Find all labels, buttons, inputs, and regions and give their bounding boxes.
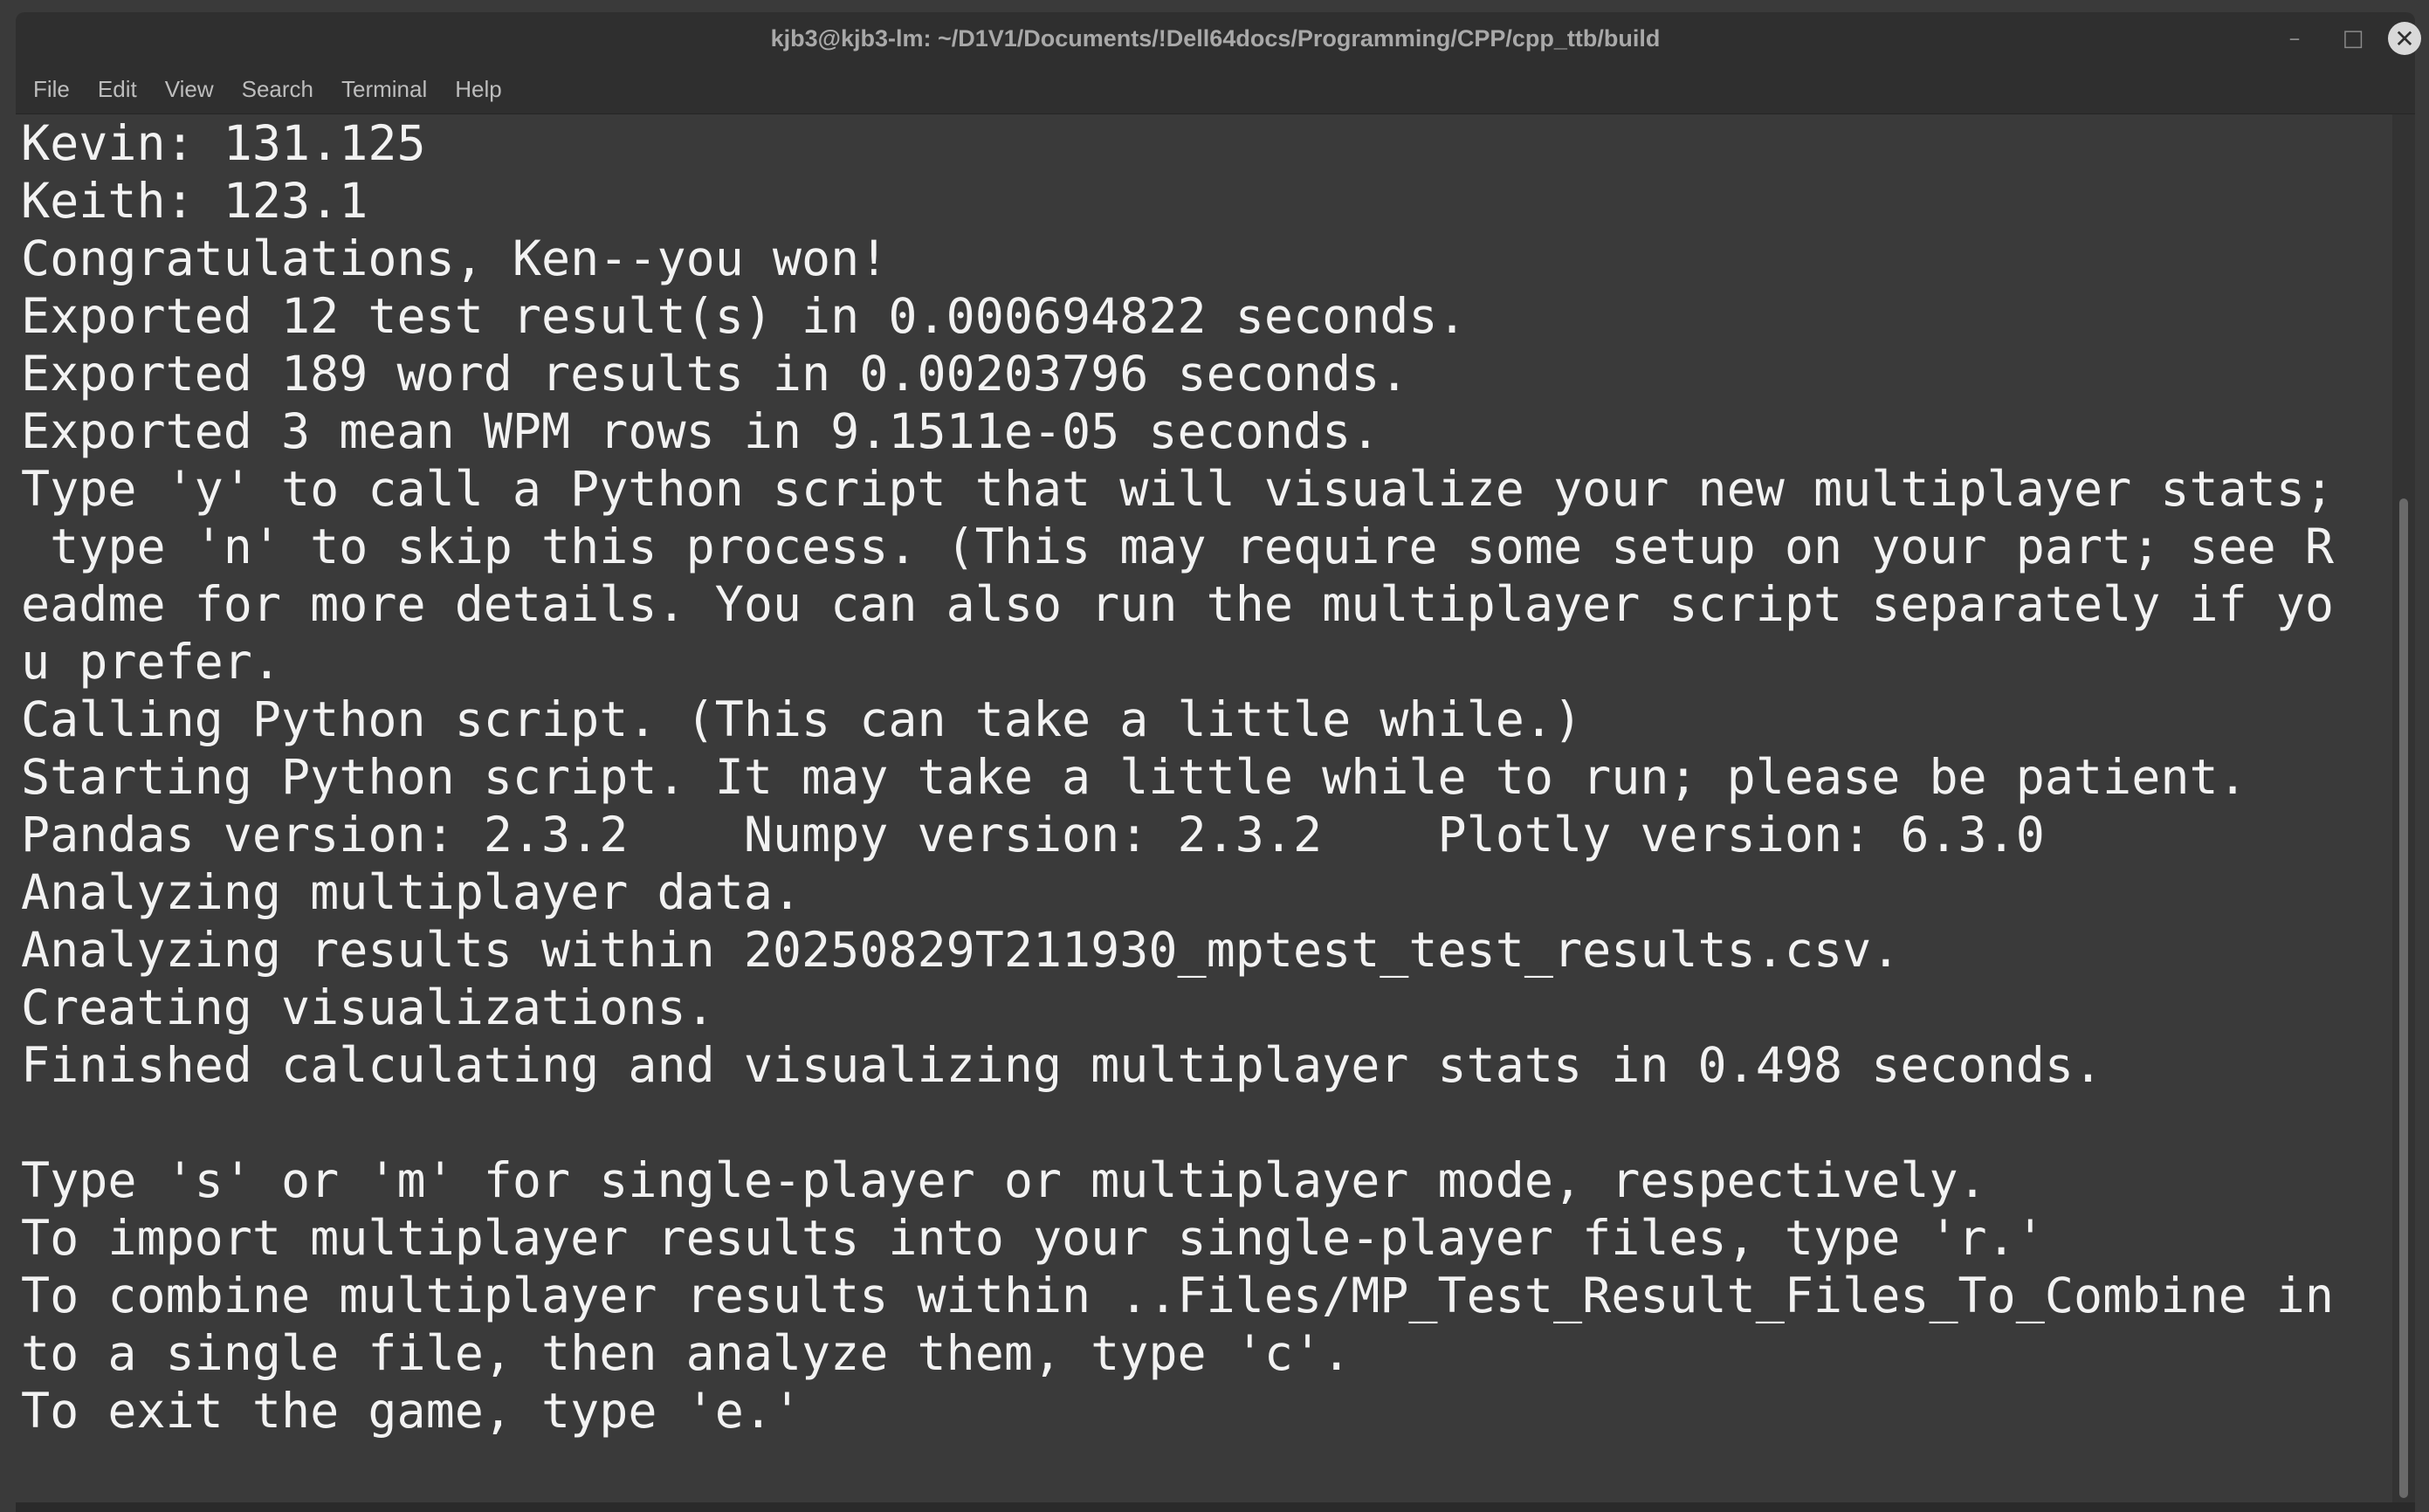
menu-view[interactable]: View: [165, 76, 214, 103]
terminal-line: Starting Python script. It may take a li…: [21, 749, 2247, 805]
terminal-line: to a single file, then analyze them, typ…: [21, 1325, 1352, 1381]
terminal-line: Type 'y' to call a Python script that wi…: [21, 461, 2335, 517]
scrollbar-thumb[interactable]: [2399, 498, 2408, 1498]
terminal-line: Keith: 123.1: [21, 173, 368, 229]
window-bottom-border: [16, 1502, 2415, 1512]
menu-edit[interactable]: Edit: [98, 76, 137, 103]
terminal-line: To import multiplayer results into your …: [21, 1210, 2045, 1266]
terminal-line: Pandas version: 2.3.2 Numpy version: 2.3…: [21, 807, 2045, 863]
terminal-line: eadme for more details. You can also run…: [21, 576, 2335, 632]
terminal-line: Exported 12 test result(s) in 0.00069482…: [21, 288, 1467, 344]
terminal-line: type 'n' to skip this process. (This may…: [21, 519, 2335, 574]
close-icon[interactable]: ✕: [2388, 22, 2421, 55]
terminal-line: u prefer.: [21, 634, 282, 690]
terminal-window: kjb3@kjb3-lm: ~/D1V1/Documents/!Dell64do…: [0, 0, 2429, 1512]
title-bar[interactable]: kjb3@kjb3-lm: ~/D1V1/Documents/!Dell64do…: [16, 12, 2421, 65]
terminal-line: Congratulations, Ken--you won!: [21, 230, 889, 286]
maximize-icon[interactable]: □: [2337, 23, 2369, 54]
terminal-line: Analyzing multiplayer data.: [21, 864, 802, 920]
menu-file[interactable]: File: [33, 76, 70, 103]
menu-bar: File Edit View Search Terminal Help: [16, 65, 2415, 114]
terminal-line: To combine multiplayer results within ..…: [21, 1268, 2335, 1323]
terminal-line: Type 's' or 'm' for single-player or mul…: [21, 1152, 1987, 1208]
terminal-line: Finished calculating and visualizing mul…: [21, 1037, 2103, 1093]
scrollbar[interactable]: [2392, 114, 2415, 1502]
terminal-output[interactable]: Kevin: 131.125 Keith: 123.1 Congratulati…: [16, 114, 2391, 1502]
menu-terminal[interactable]: Terminal: [341, 76, 427, 103]
window-title: kjb3@kjb3-lm: ~/D1V1/Documents/!Dell64do…: [770, 25, 1661, 52]
terminal-line: Analyzing results within 20250829T211930…: [21, 922, 1901, 978]
menu-search[interactable]: Search: [242, 76, 313, 103]
menu-help[interactable]: Help: [455, 76, 501, 103]
terminal-line: Creating visualizations.: [21, 979, 715, 1035]
terminal-line: To exit the game, type 'e.': [21, 1383, 802, 1439]
terminal-line: Exported 3 mean WPM rows in 9.1511e-05 s…: [21, 403, 1380, 459]
terminal-line: Calling Python script. (This can take a …: [21, 691, 1583, 747]
terminal-line: Exported 189 word results in 0.00203796 …: [21, 346, 1409, 402]
terminal-line: Kevin: 131.125: [21, 115, 426, 171]
minimize-icon[interactable]: –: [2279, 23, 2310, 54]
